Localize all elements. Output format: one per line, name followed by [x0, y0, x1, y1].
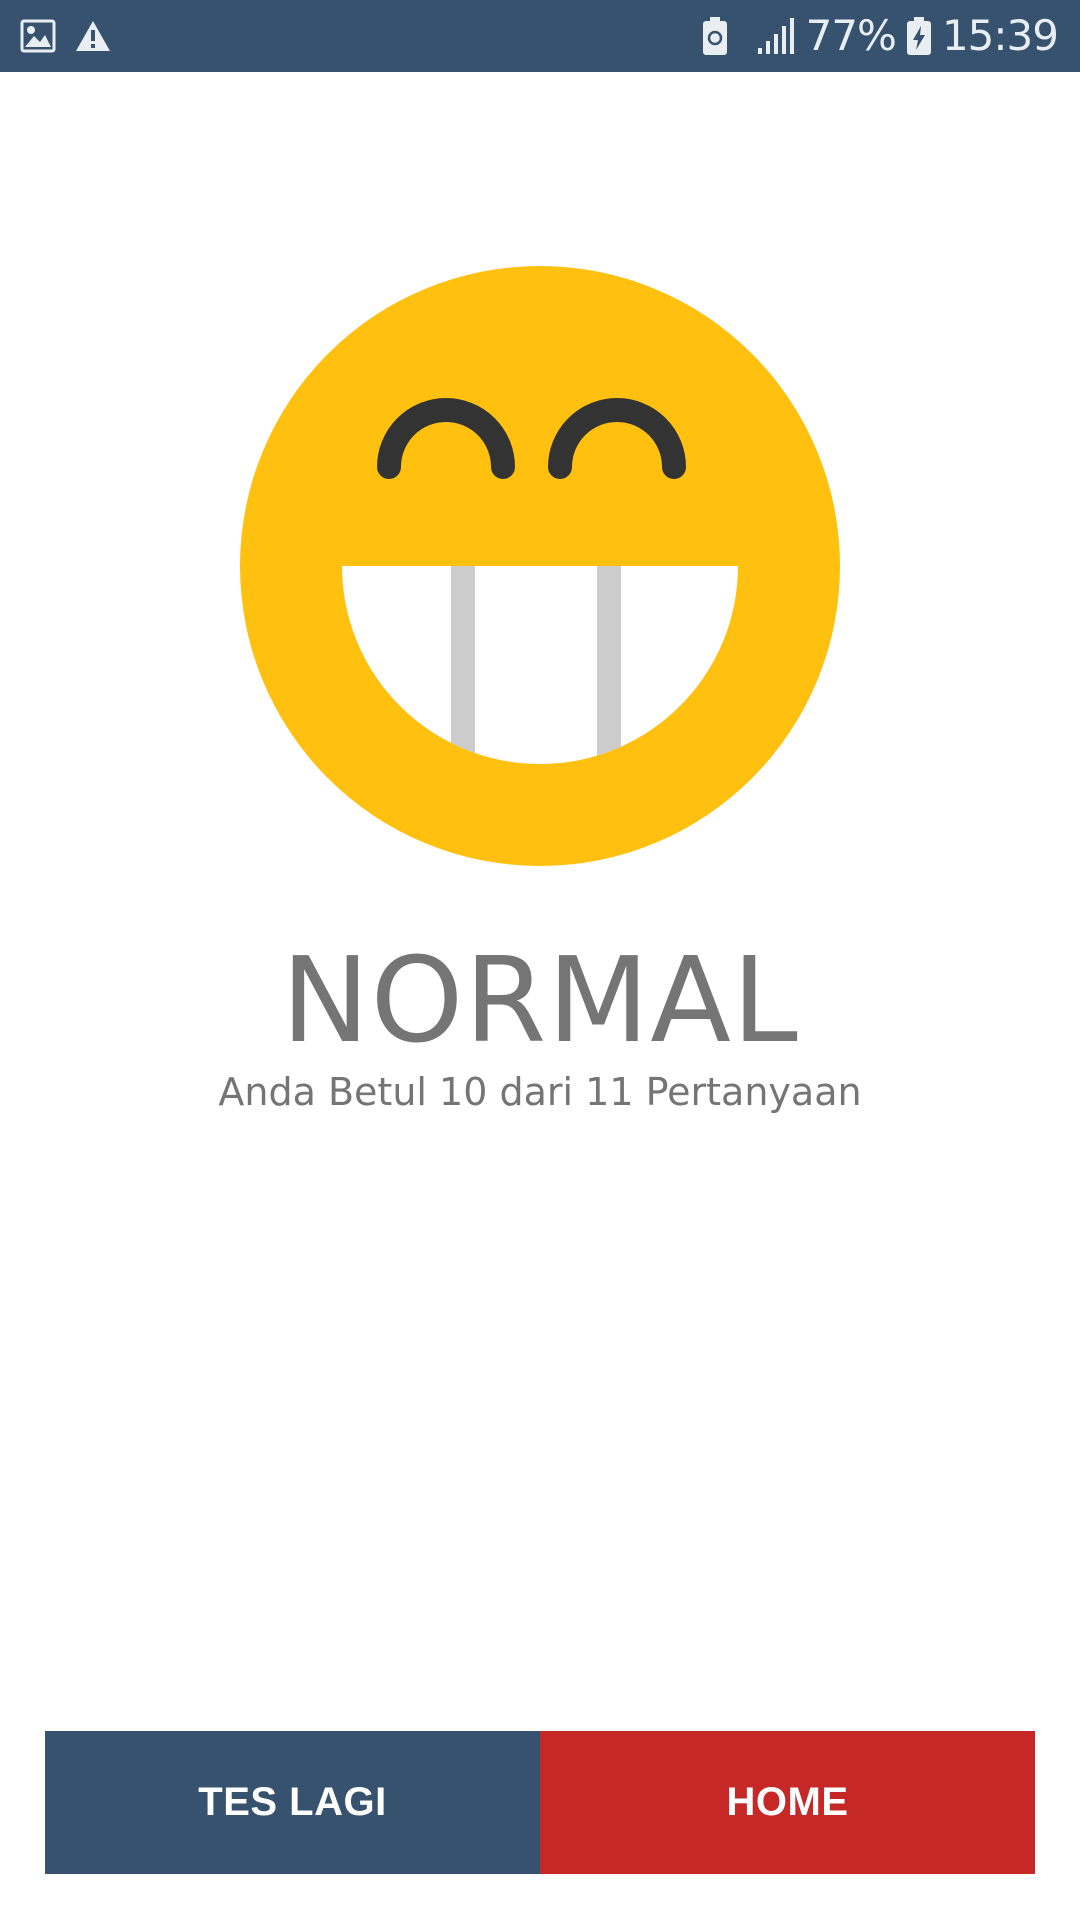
battery-saver-icon	[702, 16, 728, 56]
retry-test-button[interactable]: TES LAGI	[45, 1731, 540, 1874]
warning-icon	[74, 19, 112, 53]
result-screen: 77% 15:39 NORMAL Anda Betul 10 dari 11 P…	[0, 0, 1080, 1920]
status-right-icons: 77% 15:39	[702, 10, 1059, 62]
home-button[interactable]: HOME	[540, 1731, 1035, 1874]
grinning-face-icon	[240, 266, 840, 866]
gallery-icon	[20, 19, 56, 53]
result-title: NORMAL	[281, 931, 799, 1069]
clock: 15:39	[941, 11, 1059, 60]
action-buttons: TES LAGI HOME	[45, 1731, 1035, 1874]
signal-icon	[756, 16, 796, 56]
status-bar: 77% 15:39	[0, 0, 1080, 72]
battery-percent: 77%	[805, 11, 897, 60]
status-left-icons	[20, 14, 112, 58]
battery-charging-icon	[906, 16, 932, 56]
result-score-text: Anda Betul 10 dari 11 Pertanyaan	[218, 1070, 862, 1114]
